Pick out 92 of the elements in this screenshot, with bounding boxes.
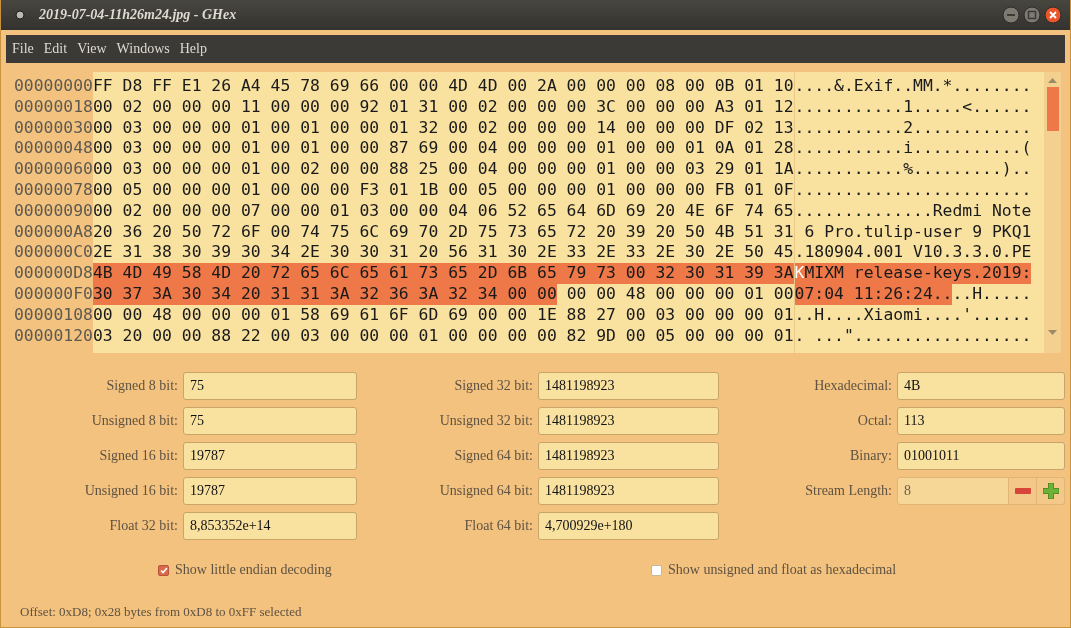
hex-bytes[interactable]: 00 03 00 00 00 01 00 01 00 00 87 69 00 04 00 00 00 01 00 00 01 0A 01 28 xyxy=(92,138,794,160)
offset-label: 00000078 xyxy=(13,180,93,201)
checkbox-label[interactable]: Show unsigned and float as hexadecimal xyxy=(668,562,897,578)
close-button[interactable] xyxy=(1044,6,1062,24)
offset-label: 00000018 xyxy=(13,96,93,118)
field-label: Hexadecimal: xyxy=(813,378,892,394)
offset-label: 00000000 xyxy=(13,76,93,97)
ascii-text[interactable]: . ...".................. xyxy=(794,325,1032,347)
offset-label: 00000048 xyxy=(13,138,93,160)
field-label: Binary: xyxy=(849,448,892,464)
offset-label: 00000090 xyxy=(13,200,93,222)
value-field[interactable]: 1481198923 xyxy=(538,372,719,400)
minimize-button[interactable] xyxy=(1002,6,1020,24)
ascii-text[interactable]: ...........%.........).. xyxy=(794,159,1032,180)
field-label: Signed 8 bit: xyxy=(105,378,178,394)
scroll-up-icon[interactable] xyxy=(1048,78,1057,83)
increase-button[interactable] xyxy=(1037,477,1065,505)
value-field[interactable]: 75 xyxy=(183,372,357,400)
offset-label: 000000A8 xyxy=(13,221,93,243)
hex-bytes[interactable]: 03 20 00 00 88 22 00 03 00 00 00 01 00 00 00 00 82 9D 00 05 00 00 00 01 xyxy=(92,325,794,347)
offset-label: 00000060 xyxy=(13,159,93,180)
ascii-text[interactable]: ....&.Exif..MM.*........ xyxy=(794,76,1032,97)
offset-label: 000000D8 xyxy=(13,263,93,284)
hex-bytes[interactable]: 00 03 00 00 00 01 00 01 00 00 01 32 00 02 00 00 00 14 00 00 00 DF 02 13 xyxy=(92,117,794,139)
checkbox[interactable] xyxy=(651,564,662,576)
ascii-text[interactable]: 07:04 11:26:24.. xyxy=(794,283,953,305)
field-label: Float 32 bit: xyxy=(108,518,178,534)
hex-bytes[interactable]: 00 02 00 00 00 11 00 00 00 92 01 31 00 02 00 00 00 3C 00 00 00 A3 01 12 xyxy=(92,96,794,118)
ascii-text[interactable]: .180904.001 V10.3.3.0.PE xyxy=(794,242,1032,264)
field-label: Signed 64 bit: xyxy=(453,448,533,464)
ascii-text[interactable]: ..H....Xiaomi....'...... xyxy=(794,304,1032,326)
field-label: Unsigned 16 bit: xyxy=(83,483,178,499)
field-label: Unsigned 32 bit: xyxy=(438,413,533,429)
ascii-text[interactable]: 6 Pro.tulip-user 9 PKQ1 xyxy=(794,221,1032,243)
ascii-text[interactable]: ...........1.....<...... xyxy=(794,96,1032,118)
value-field[interactable]: 01001011 xyxy=(897,442,1065,470)
offset-label: 00000108 xyxy=(13,304,93,326)
menu-item[interactable]: View xyxy=(72,35,112,63)
hex-bytes[interactable]: 00 05 00 00 00 01 00 00 00 F3 01 1B 00 05 00 00 00 01 00 00 00 FB 01 0F xyxy=(92,180,794,201)
window-menu-icon[interactable] xyxy=(15,10,25,20)
value-field[interactable]: 1481198923 xyxy=(538,407,719,435)
ascii-text[interactable]: ...........i...........( xyxy=(794,138,1032,160)
minus-icon xyxy=(1014,488,1031,494)
checkbox[interactable] xyxy=(158,564,169,576)
menu-item[interactable]: Windows xyxy=(111,35,175,63)
hex-bytes[interactable]: 20 36 20 50 72 6F 00 74 75 6C 69 70 2D 75 73 65 72 20 39 20 50 4B 51 31 xyxy=(92,221,794,243)
hex-bytes[interactable]: 00 02 00 00 00 07 00 00 01 03 00 00 04 06 52 65 64 6D 69 20 4E 6F 74 65 xyxy=(92,200,794,222)
hex-bytes[interactable]: 00 03 00 00 00 01 00 02 00 00 88 25 00 04 00 00 00 01 00 00 03 29 01 1A xyxy=(92,159,794,180)
hex-bytes[interactable]: 4B xyxy=(92,263,123,284)
checkbox-label[interactable]: Show little endian decoding xyxy=(175,562,332,578)
hex-bytes[interactable]: 2E 31 38 30 39 30 34 2E 30 30 31 20 56 31 30 2E 33 2E 33 2E 30 2E 50 45 xyxy=(92,242,794,264)
field-label: Stream Length: xyxy=(804,483,892,499)
value-field[interactable]: 113 xyxy=(897,407,1065,435)
field-label: Unsigned 64 bit: xyxy=(438,483,533,499)
menu-item[interactable]: Help xyxy=(174,35,212,63)
hex-bytes[interactable]: 00 00 48 00 00 00 01 00 xyxy=(566,283,794,305)
offset-label: 00000120 xyxy=(13,325,93,347)
ascii-text[interactable]: ..H..... xyxy=(952,283,1032,305)
value-field[interactable]: 8,853352e+14 xyxy=(183,512,357,540)
menu-item[interactable]: Edit xyxy=(38,35,73,63)
offset-label: 000000F0 xyxy=(13,283,93,305)
offset-label: 00000030 xyxy=(13,117,93,139)
field-label: Unsigned 8 bit: xyxy=(90,413,178,429)
hex-bytes[interactable]: 00 00 48 00 00 00 01 58 69 61 6F 6D 69 00 00 1E 88 27 00 03 00 00 00 01 xyxy=(92,304,794,326)
field-label: Signed 16 bit: xyxy=(98,448,178,464)
hex-bytes[interactable]: 30 37 3A 30 34 20 31 31 3A 32 36 3A 32 34 00 00 xyxy=(92,283,557,305)
hex-bytes[interactable]: 4D 49 58 4D 20 72 65 6C 65 61 73 65 2D 6B 65 79 73 00 32 30 31 39 3A xyxy=(122,263,794,284)
value-field[interactable]: 19787 xyxy=(183,477,357,505)
ascii-text[interactable]: ...........2............ xyxy=(794,117,1032,139)
plus-icon xyxy=(1042,483,1059,499)
value-field[interactable]: 75 xyxy=(183,407,357,435)
value-field[interactable]: 4B xyxy=(897,372,1065,400)
menu-item[interactable]: File xyxy=(7,35,39,63)
decrease-button[interactable] xyxy=(1009,477,1037,505)
value-field[interactable]: 1481198923 xyxy=(538,442,719,470)
hex-bytes[interactable]: FF D8 FF E1 26 A4 45 78 69 66 00 00 4D 4D 00 2A 00 00 00 08 00 0B 01 10 xyxy=(92,76,794,97)
offset-label: 000000C0 xyxy=(13,242,93,264)
field-label: Float 64 bit: xyxy=(463,518,533,534)
field-label: Signed 32 bit: xyxy=(453,378,533,394)
scroll-down-icon[interactable] xyxy=(1048,330,1057,335)
scrollbar[interactable] xyxy=(1044,72,1061,353)
scroll-thumb[interactable] xyxy=(1046,87,1059,131)
ascii-text[interactable]: ........................ xyxy=(794,180,1032,201)
value-field[interactable]: 4,700929e+180 xyxy=(538,512,719,540)
stream-length-field[interactable]: 8 xyxy=(897,477,1009,505)
value-field[interactable]: 1481198923 xyxy=(538,477,719,505)
status-text: Offset: 0xD8; 0x28 bytes from 0xD8 to 0xFF selected xyxy=(19,603,303,620)
value-field[interactable]: 19787 xyxy=(183,442,357,470)
ascii-text[interactable]: MIXM release-keys.2019: xyxy=(804,263,1032,284)
ascii-text[interactable]: ..............Redmi Note xyxy=(794,200,1032,222)
field-label: Octal: xyxy=(856,413,892,429)
window-title: 2019-07-04-11h26m24.jpg - GHex xyxy=(39,7,238,23)
